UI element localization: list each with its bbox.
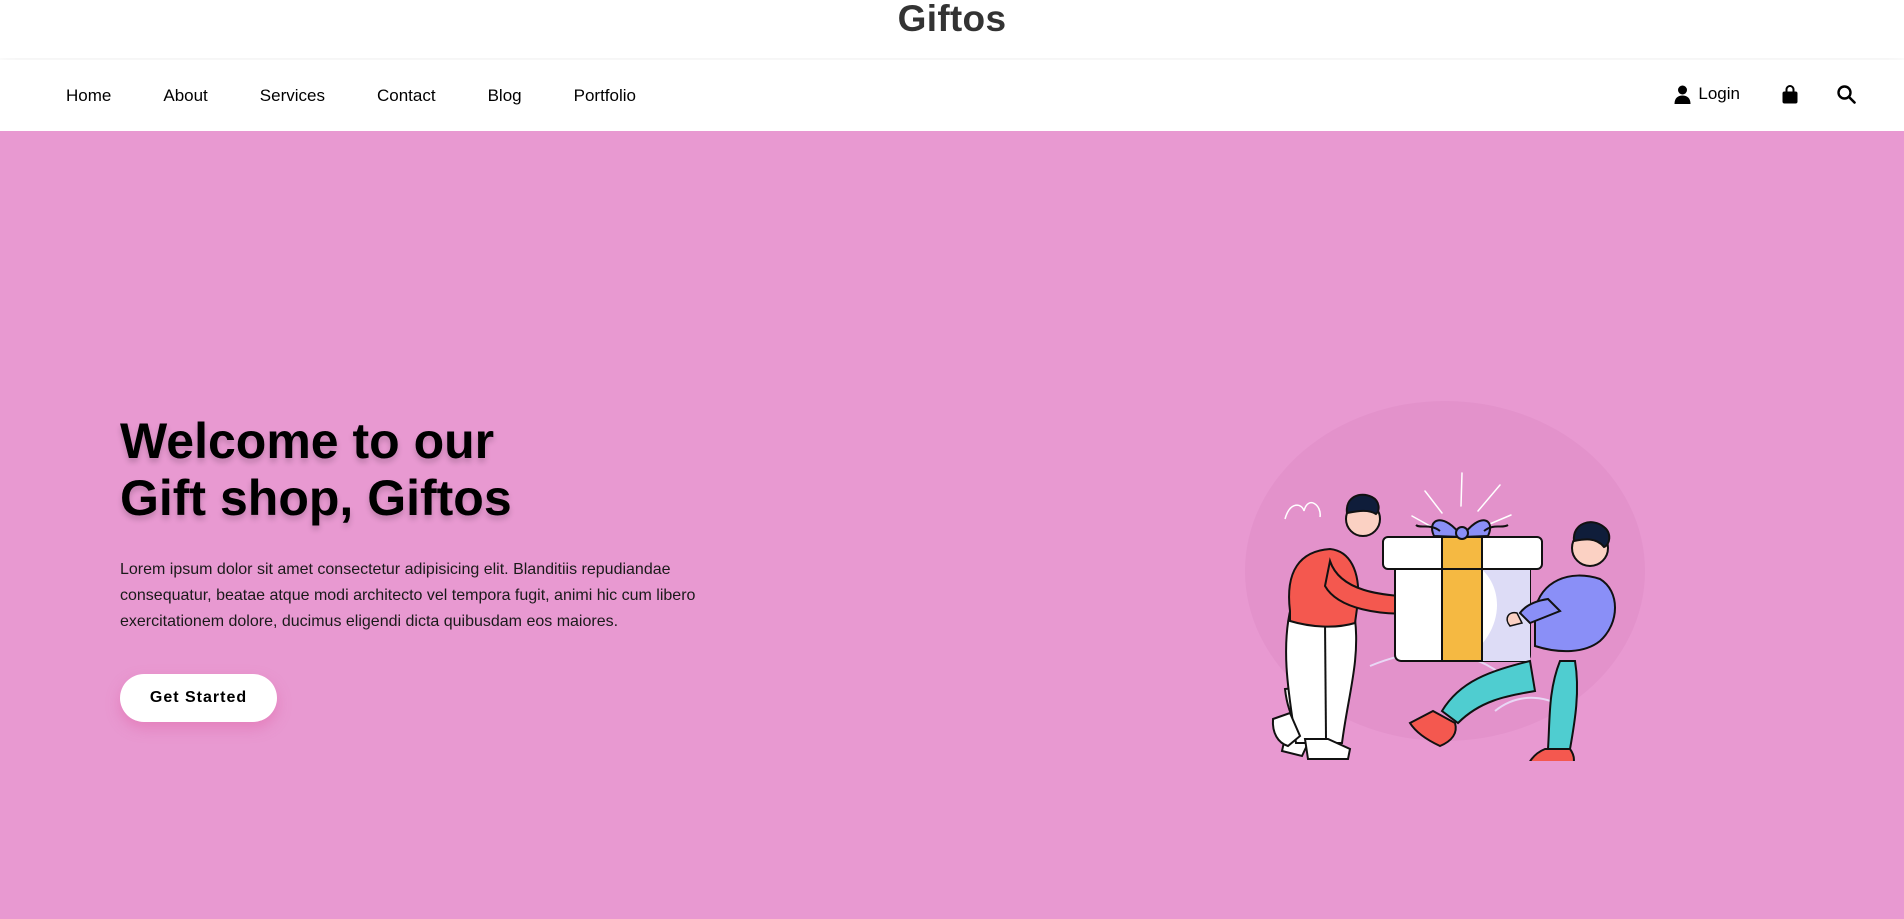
get-started-button[interactable]: Get Started	[120, 674, 277, 722]
hero-title-line-1: Welcome to our	[120, 413, 495, 469]
hero-title-line-2: Gift shop, Giftos	[120, 470, 512, 526]
search-button[interactable]	[1837, 84, 1856, 104]
nav-link-contact[interactable]: Contact	[377, 86, 436, 106]
nav-link-services[interactable]: Services	[260, 86, 325, 106]
site-logo[interactable]: Giftos	[0, 0, 1904, 40]
shopping-bag-icon	[1782, 84, 1798, 103]
gift-illustration	[1245, 401, 1645, 761]
main-navbar: Home About Services Contact Blog Portfol…	[0, 60, 1904, 131]
top-brand-bar: Giftos	[0, 0, 1904, 58]
login-label: Login	[1698, 84, 1740, 103]
nav-link-home[interactable]: Home	[66, 86, 111, 106]
user-icon	[1674, 85, 1691, 104]
nav-actions: Login	[1674, 84, 1856, 104]
cart-button[interactable]	[1782, 84, 1798, 104]
hero-description: Lorem ipsum dolor sit amet consectetur a…	[120, 561, 696, 630]
nav-link-portfolio[interactable]: Portfolio	[574, 86, 636, 106]
hero-title: Welcome to our Gift shop, Giftos	[120, 413, 512, 527]
nav-links: Home About Services Contact Blog Portfol…	[66, 86, 636, 106]
search-icon	[1837, 84, 1856, 104]
login-link[interactable]: Login	[1674, 84, 1740, 104]
nav-link-blog[interactable]: Blog	[488, 86, 522, 106]
hero-section: Welcome to our Gift shop, Giftos Lorem i…	[0, 131, 1904, 919]
nav-link-about[interactable]: About	[163, 86, 207, 106]
